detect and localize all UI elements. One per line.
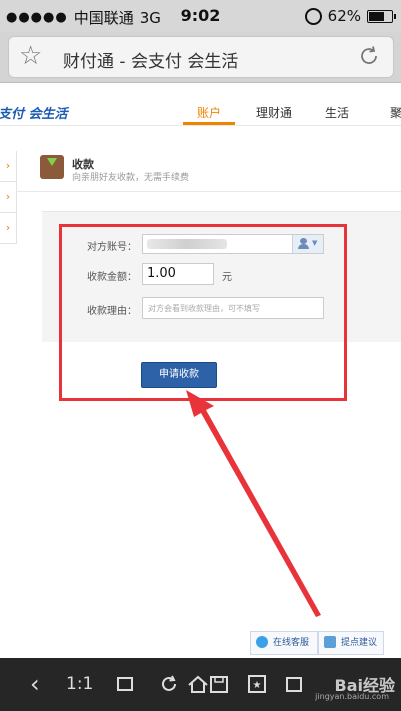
save-icon[interactable] xyxy=(208,672,230,696)
section-divider xyxy=(16,191,401,192)
left-menu-strip: › › › xyxy=(0,151,17,331)
status-bar: ●●●●● 中国联通 3G 9:02 62% xyxy=(0,0,401,32)
section-subtitle: 向亲朋好友收款，无需手续费 xyxy=(72,173,190,183)
left-menu-arrow-icon[interactable]: › xyxy=(0,182,17,213)
bookmarks-icon[interactable]: ★ xyxy=(246,672,268,696)
address-field[interactable]: ☆ 财付通 - 会支付 会生活 xyxy=(8,36,394,78)
bookmark-star-icon[interactable]: ☆ xyxy=(19,43,42,69)
nav-life[interactable]: 生活 xyxy=(325,104,349,121)
battery-icon xyxy=(367,9,396,23)
nav-more[interactable]: 聚 xyxy=(390,104,401,121)
nav-account[interactable]: 账户 xyxy=(197,104,221,121)
tabs-icon[interactable] xyxy=(284,672,306,696)
zoom-level[interactable]: 1:1 xyxy=(66,672,93,696)
back-arrow-icon[interactable]: ‹ xyxy=(30,672,40,696)
site-header: 支付 会生活 账户 理财通 生活 聚 xyxy=(0,83,401,126)
refresh-icon[interactable] xyxy=(158,672,180,696)
watermark-url: jingyan.baidu.com xyxy=(315,692,389,701)
reload-icon[interactable] xyxy=(357,44,381,68)
svg-text:★: ★ xyxy=(253,680,262,691)
battery-percent: 62% xyxy=(327,7,361,25)
left-menu-arrow-icon[interactable]: › xyxy=(0,213,17,244)
site-logo[interactable]: 支付 会生活 xyxy=(0,103,68,122)
suggestion-button[interactable]: 提点建议 xyxy=(318,631,384,655)
highlight-annotation-box xyxy=(59,224,347,401)
left-menu-arrow-icon[interactable]: › xyxy=(0,151,17,182)
rotation-lock-icon xyxy=(304,7,322,25)
nav-licaitong[interactable]: 理财通 xyxy=(256,104,292,121)
web-page: 支付 会生活 账户 理财通 生活 聚 › › › 收款 向亲朋好友收款，无需手续… xyxy=(0,83,401,658)
speech-bubble-icon xyxy=(324,636,336,648)
fullscreen-icon[interactable] xyxy=(114,672,136,696)
browser-address-bar: ☆ 财付通 - 会支付 会生活 xyxy=(0,32,401,83)
headset-icon xyxy=(256,636,268,648)
home-icon[interactable] xyxy=(186,672,210,696)
browser-toolbar: ‹ 1:1 ★ Bai经验 jingyan.baidu.com xyxy=(0,658,401,711)
receive-money-icon xyxy=(40,155,64,179)
online-service-button[interactable]: 在线客服 xyxy=(250,631,318,655)
page-title: 财付通 - 会支付 会生活 xyxy=(63,52,239,72)
active-nav-underline xyxy=(183,122,235,125)
status-right: 62% xyxy=(304,7,396,25)
